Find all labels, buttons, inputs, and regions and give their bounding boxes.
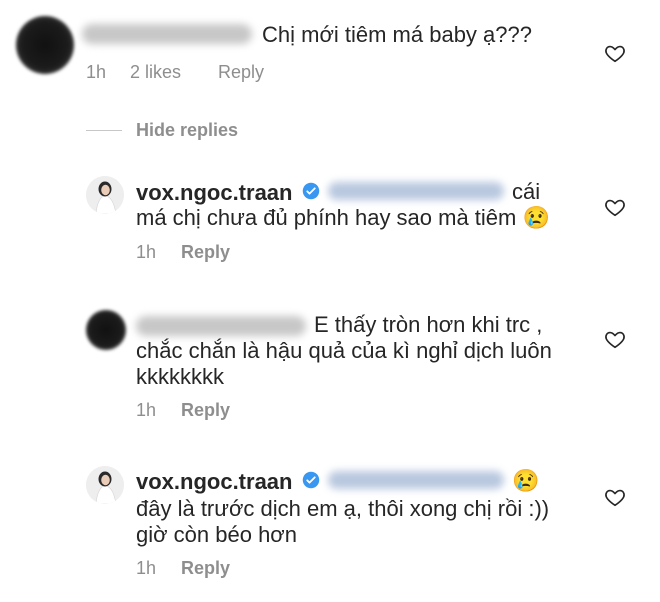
reply-username[interactable]: vox.ngoc.traan — [136, 469, 292, 495]
comment-text: Chị mới tiêm má baby ạ??? — [262, 22, 532, 47]
verified-icon — [302, 182, 320, 200]
comment-likes[interactable]: 2 likes — [130, 62, 181, 83]
reply-button[interactable]: Reply — [181, 242, 230, 263]
avatar-image — [86, 466, 124, 504]
replies-divider — [86, 130, 122, 131]
comment-reply-button[interactable]: Reply — [218, 62, 264, 83]
mention-tag-blurred[interactable] — [328, 182, 504, 200]
reply-text-line2: má chị chưa đủ phính hay sao mà tiêm 😢 — [136, 205, 550, 230]
heart-icon[interactable] — [604, 328, 626, 350]
heart-icon[interactable] — [604, 42, 626, 64]
reply-avatar-vox[interactable] — [86, 466, 124, 504]
reply-text-line3: kkkkkkkk — [136, 364, 224, 389]
reply-avatar-blurred[interactable] — [86, 310, 126, 350]
mention-tag-blurred[interactable] — [328, 471, 504, 489]
reply-username-blurred[interactable] — [136, 316, 306, 336]
comment-time: 1h — [86, 62, 107, 82]
reply-text-line3: giờ còn béo hơn — [136, 522, 297, 547]
commenter-avatar[interactable] — [16, 16, 74, 74]
reply-text-line1: 😢 — [512, 468, 540, 493]
reply-time: 1h — [136, 400, 157, 420]
reply-button[interactable]: Reply — [181, 400, 230, 421]
reply-button[interactable]: Reply — [181, 558, 230, 579]
reply-time: 1h — [136, 242, 157, 262]
reply-time: 1h — [136, 558, 157, 578]
avatar-image — [86, 176, 124, 214]
commenter-username-blurred[interactable] — [82, 24, 252, 44]
heart-icon[interactable] — [604, 486, 626, 508]
heart-icon[interactable] — [604, 196, 626, 218]
reply-avatar-vox[interactable] — [86, 176, 124, 214]
hide-replies-button[interactable]: Hide replies — [136, 120, 238, 141]
verified-icon — [302, 471, 320, 489]
